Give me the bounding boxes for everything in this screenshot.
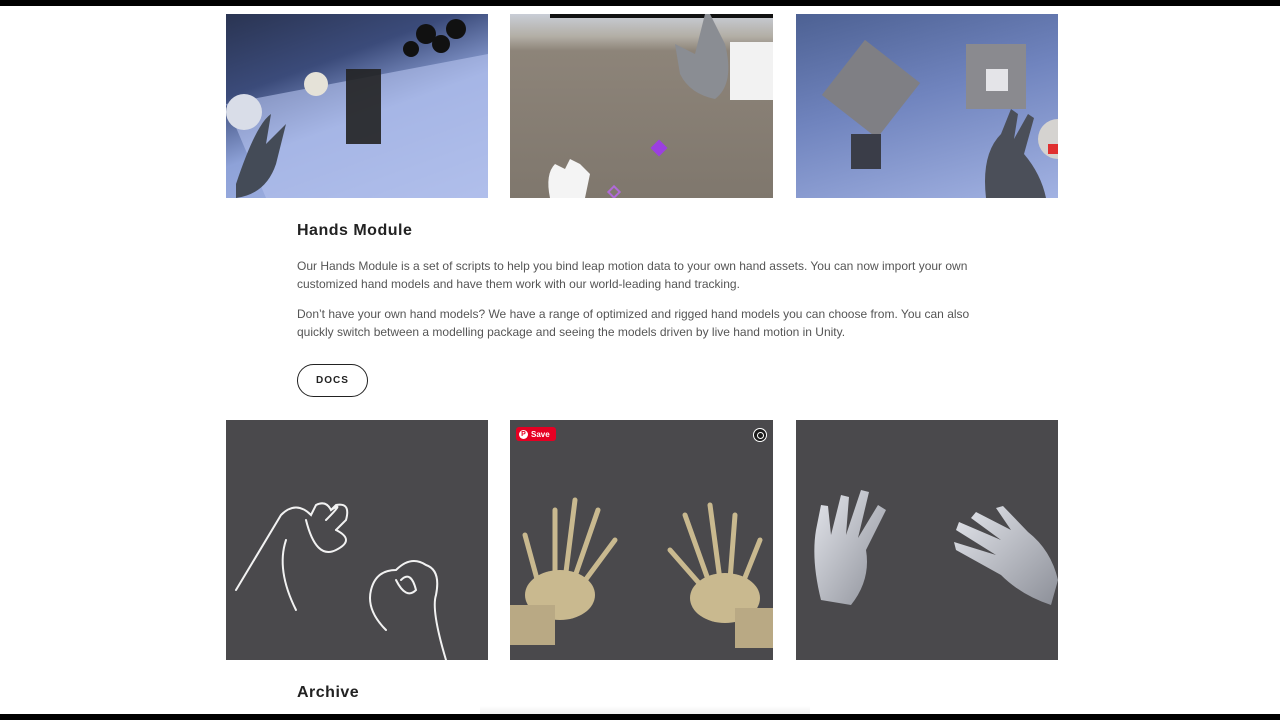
hand-outline-image xyxy=(226,420,488,660)
skeleton-hands-image: P Save xyxy=(510,420,773,660)
save-label: Save xyxy=(531,429,550,439)
gray-hands-image xyxy=(796,420,1058,660)
docs-button[interactable]: DOCS xyxy=(297,364,368,397)
visual-search-lens-icon[interactable] xyxy=(753,428,767,442)
pinterest-save-button[interactable]: P Save xyxy=(516,427,556,441)
bottom-divider-shadow xyxy=(480,706,810,714)
hands-module-paragraph-1: Our Hands Module is a set of scripts to … xyxy=(297,259,968,291)
pinterest-icon: P xyxy=(519,429,528,439)
bottom-letterbox-bar xyxy=(0,714,1280,720)
hands-module-paragraph-2: Don’t have your own hand models? We have… xyxy=(297,307,970,339)
vr-scene-image-1 xyxy=(226,14,488,198)
vr-scene-image-2 xyxy=(510,14,773,198)
vr-scene-image-3 xyxy=(796,14,1058,198)
top-letterbox-bar xyxy=(0,0,1280,6)
section-title-hands-module: Hands Module xyxy=(297,222,413,239)
section-title-archive: Archive xyxy=(297,684,360,701)
